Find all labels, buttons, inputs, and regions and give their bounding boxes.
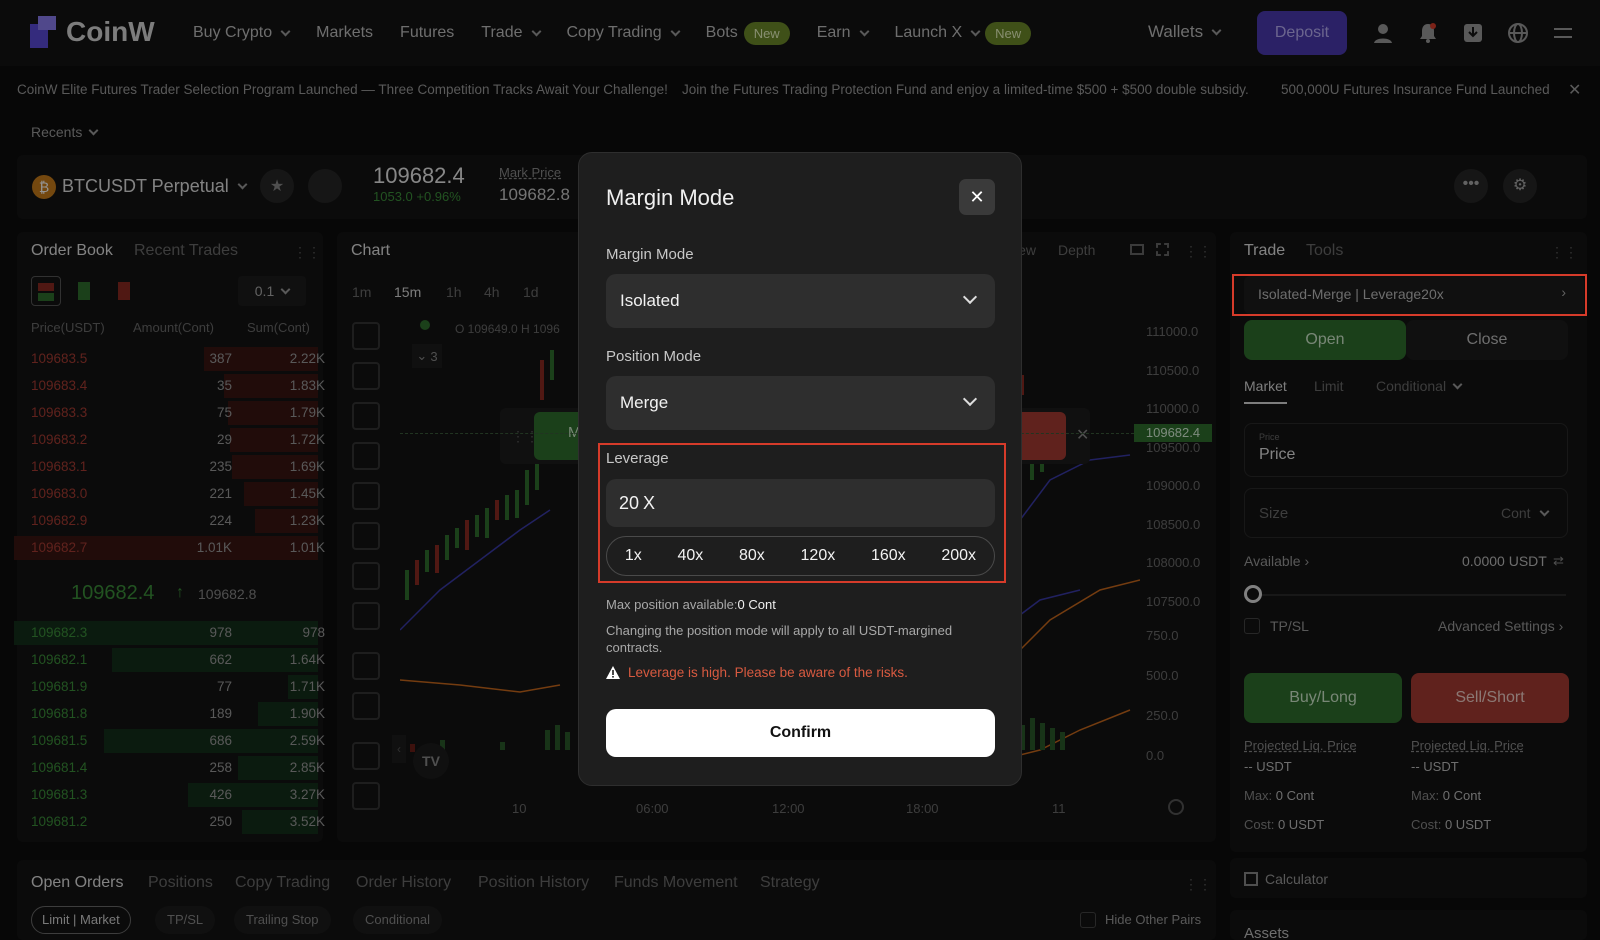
leverage-option-160x[interactable]: 160x (871, 547, 906, 565)
close-dialog-button[interactable]: ✕ (959, 179, 995, 215)
position-mode-note: Changing the position mode will apply to… (606, 623, 953, 655)
chevron-down-icon (962, 289, 978, 305)
leverage-option-80x[interactable]: 80x (739, 547, 765, 565)
margin-mode-dialog: Margin Mode ✕ Margin Mode Isolated Posit… (578, 152, 1022, 786)
position-mode-select[interactable]: Merge (606, 376, 995, 430)
warning-icon (606, 666, 620, 679)
margin-mode-label: Margin Mode (606, 246, 694, 263)
leverage-option-1x[interactable]: 1x (625, 547, 642, 565)
close-icon: ✕ (969, 186, 985, 207)
leverage-option-120x[interactable]: 120x (801, 547, 836, 565)
leverage-option-200x[interactable]: 200x (941, 547, 976, 565)
chevron-down-icon (962, 391, 978, 407)
confirm-button[interactable]: Confirm (606, 709, 995, 757)
leverage-presets: 1x 40x 80x 120x 160x 200x (606, 536, 995, 576)
leverage-input[interactable]: 20 X (606, 479, 995, 527)
leverage-option-40x[interactable]: 40x (677, 547, 703, 565)
leverage-label: Leverage (606, 450, 669, 467)
risk-warning: Leverage is high. Please be aware of the… (606, 665, 908, 680)
margin-mode-select[interactable]: Isolated (606, 274, 995, 328)
position-mode-label: Position Mode (606, 348, 702, 365)
dialog-title: Margin Mode (606, 185, 735, 210)
highlight-box (1232, 274, 1587, 316)
max-position-text: Max position available:0 Cont (606, 597, 776, 612)
